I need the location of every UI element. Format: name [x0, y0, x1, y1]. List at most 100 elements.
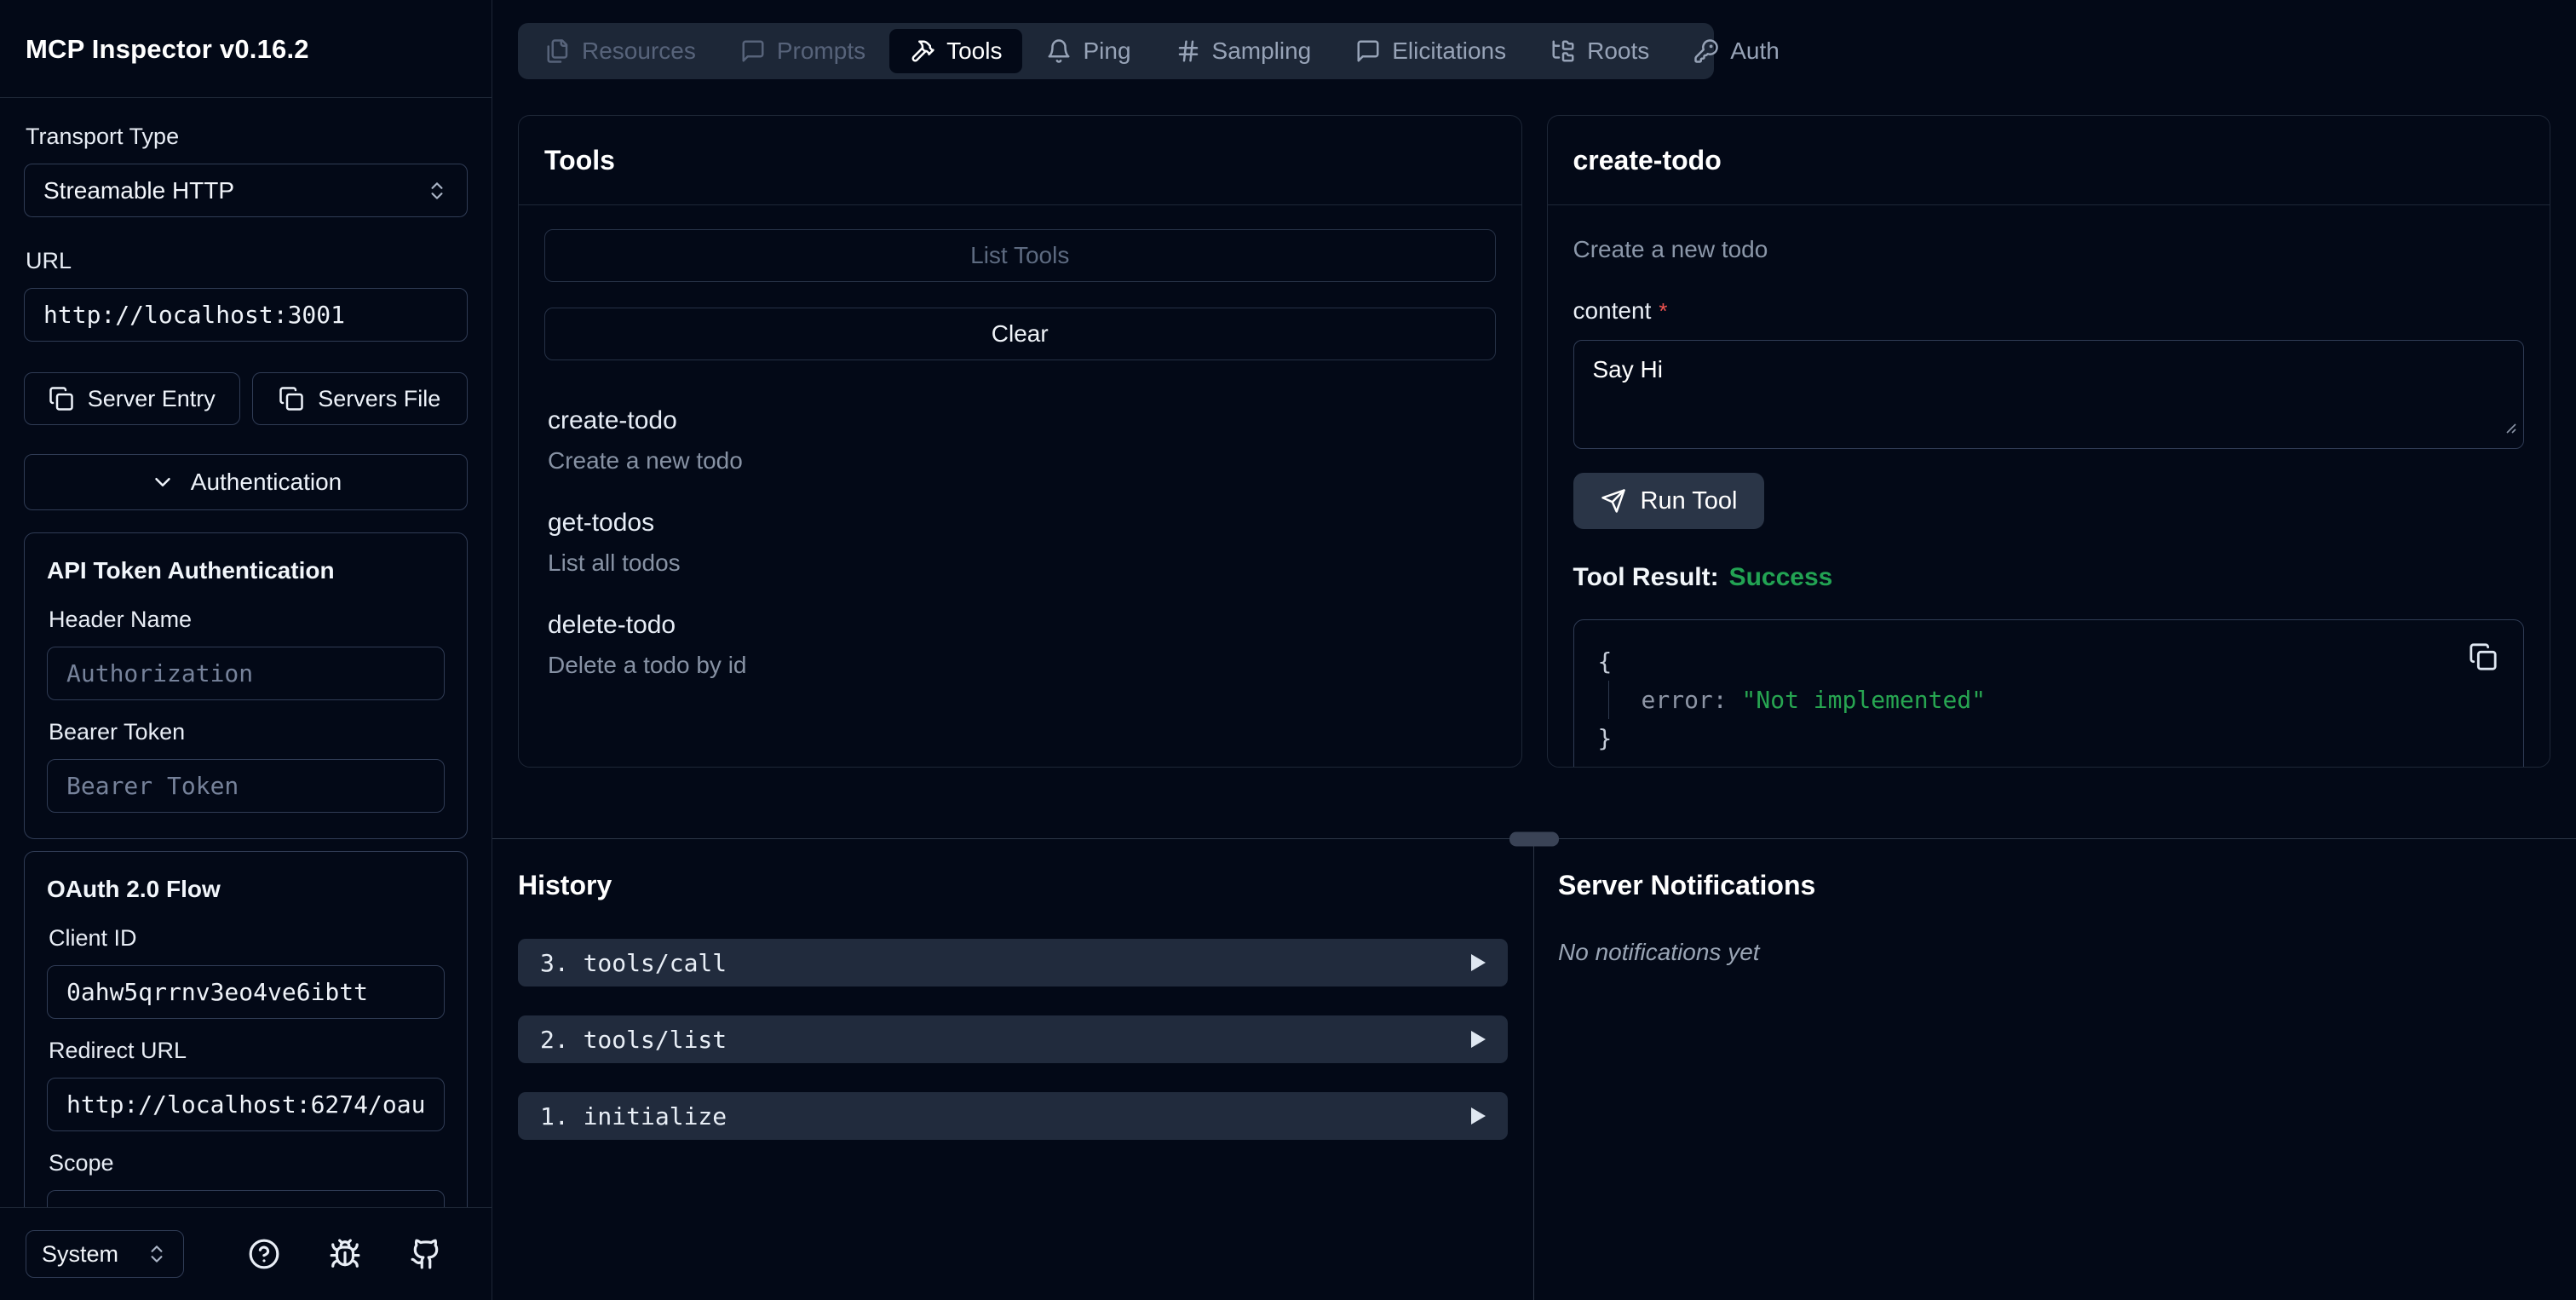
bearer-token-input[interactable]	[47, 759, 445, 813]
api-token-auth-title: API Token Authentication	[47, 557, 335, 584]
tool-detail-title: create-todo	[1573, 144, 1722, 175]
tool-name: create-todo	[548, 406, 677, 434]
json-value: "Not implemented"	[1741, 686, 1987, 714]
resize-grip-icon[interactable]	[2502, 413, 2517, 440]
authentication-toggle[interactable]: Authentication	[24, 454, 468, 510]
history-item-label: 2. tools/list	[540, 1025, 727, 1054]
transport-type-select[interactable]: Streamable HTTP	[24, 164, 468, 217]
tab-sampling-label: Sampling	[1211, 37, 1312, 64]
redirect-url-label: Redirect URL	[49, 1038, 187, 1063]
hash-icon	[1178, 40, 1198, 62]
header-name-label: Header Name	[49, 607, 193, 632]
tool-name: delete-todo	[548, 611, 676, 639]
sidebar: MCP Inspector v0.16.2 Transport Type Str…	[0, 0, 492, 1300]
expand-arrow-icon	[1471, 954, 1486, 971]
theme-select-value: System	[42, 1240, 119, 1267]
tab-sampling[interactable]: Sampling	[1155, 29, 1332, 73]
redirect-url-input[interactable]	[47, 1078, 445, 1131]
server-entry-label: Server Entry	[87, 385, 216, 411]
server-notifications-title: Server Notifications	[1558, 870, 1816, 900]
scope-label: Scope	[49, 1150, 114, 1176]
chevron-down-icon	[150, 469, 175, 495]
scope-input[interactable]	[47, 1190, 445, 1207]
json-open-brace: {	[1597, 647, 1613, 676]
json-key: error:	[1641, 686, 1728, 714]
tab-prompts[interactable]: Prompts	[720, 29, 886, 73]
tool-item-get-todos[interactable]: get-todos List all todos	[544, 497, 1496, 599]
api-token-auth-section: API Token Authentication Header Name Bea…	[24, 532, 468, 839]
history-item-tools-list[interactable]: 2. tools/list	[518, 1015, 1508, 1063]
tool-item-create-todo[interactable]: create-todo Create a new todo	[544, 394, 1496, 497]
files-icon	[547, 39, 568, 63]
splitter-handle[interactable]	[1509, 831, 1559, 846]
help-button[interactable]	[248, 1238, 280, 1270]
tab-roots[interactable]: Roots	[1530, 29, 1670, 73]
servers-file-label: Servers File	[318, 385, 441, 411]
chevrons-up-down-icon	[426, 180, 448, 202]
theme-select[interactable]: System	[26, 1230, 184, 1278]
servers-file-button[interactable]: Servers File	[251, 372, 468, 425]
transport-type-value: Streamable HTTP	[43, 176, 235, 204]
hammer-icon	[911, 40, 934, 62]
oauth-flow-section: OAuth 2.0 Flow Client ID Redirect URL Sc…	[24, 851, 468, 1207]
oauth-flow-title: OAuth 2.0 Flow	[47, 876, 221, 902]
tool-result-label: Tool Result:	[1573, 563, 1719, 591]
tab-resources-label: Resources	[582, 37, 696, 64]
tool-description: Create a new todo	[548, 447, 743, 474]
tool-result-json: { error: "Not implemented" }	[1573, 619, 2524, 767]
tab-resources[interactable]: Resources	[525, 29, 716, 73]
history-item-label: 1. initialize	[540, 1102, 727, 1130]
server-entry-button[interactable]: Server Entry	[24, 372, 240, 425]
footer-icons	[223, 1238, 466, 1270]
tab-ping[interactable]: Ping	[1026, 29, 1151, 73]
clear-label: Clear	[991, 320, 1049, 347]
bell-icon	[1048, 39, 1070, 63]
circle-help-icon	[249, 1239, 279, 1269]
tab-auth-label: Auth	[1730, 37, 1780, 64]
content-field-label: content *	[1573, 297, 2525, 325]
app-title: MCP Inspector v0.16.2	[26, 34, 309, 64]
url-input[interactable]	[24, 288, 468, 342]
tab-auth[interactable]: Auth	[1673, 29, 1800, 73]
tool-result-status: Success	[1728, 563, 1833, 591]
transport-type-label: Transport Type	[26, 124, 180, 149]
copy-result-button[interactable]	[2469, 642, 2498, 671]
github-button[interactable]	[410, 1238, 442, 1270]
client-id-label: Client ID	[49, 925, 137, 951]
header-name-input[interactable]	[47, 647, 445, 700]
tool-description: List all todos	[548, 549, 681, 576]
clear-button[interactable]: Clear	[544, 308, 1496, 360]
list-tools-label: List Tools	[970, 242, 1070, 268]
expand-arrow-icon	[1471, 1107, 1486, 1125]
tool-detail-panel: create-todo Create a new todo content * …	[1546, 115, 2550, 768]
list-tools-button[interactable]: List Tools	[544, 229, 1496, 282]
run-tool-button[interactable]: Run Tool	[1573, 473, 1765, 529]
required-mark: *	[1659, 298, 1668, 324]
history-item-initialize[interactable]: 1. initialize	[518, 1092, 1508, 1140]
tab-tools-label: Tools	[946, 37, 1003, 64]
debug-button[interactable]	[329, 1238, 361, 1270]
tab-prompts-label: Prompts	[776, 37, 866, 64]
tab-elicitations-label: Elicitations	[1392, 37, 1507, 64]
tool-result-row: Tool Result: Success	[1573, 563, 2525, 592]
content-input[interactable]: Say Hi	[1573, 340, 2524, 449]
client-id-input[interactable]	[47, 965, 445, 1019]
copy-icon	[279, 386, 304, 411]
bearer-token-label: Bearer Token	[49, 719, 186, 745]
tool-list: create-todo Create a new todo get-todos …	[544, 394, 1496, 701]
horizontal-splitter	[492, 831, 2576, 846]
send-icon	[1601, 489, 1625, 513]
tools-panel-title: Tools	[544, 144, 615, 175]
tab-ping-label: Ping	[1083, 37, 1131, 64]
chevrons-up-down-icon	[146, 1243, 168, 1265]
tool-item-delete-todo[interactable]: delete-todo Delete a todo by id	[544, 599, 1496, 701]
authentication-toggle-label: Authentication	[190, 469, 342, 495]
tab-tools[interactable]: Tools	[889, 29, 1023, 73]
copy-icon	[49, 386, 74, 411]
expand-arrow-icon	[1471, 1031, 1486, 1048]
tools-panel: Tools List Tools Clear create-todo Creat…	[518, 115, 1522, 768]
sidebar-footer: System	[0, 1207, 492, 1300]
tab-elicitations[interactable]: Elicitations	[1335, 29, 1527, 73]
history-item-tools-call[interactable]: 3. tools/call	[518, 939, 1508, 987]
run-tool-label: Run Tool	[1640, 486, 1738, 515]
